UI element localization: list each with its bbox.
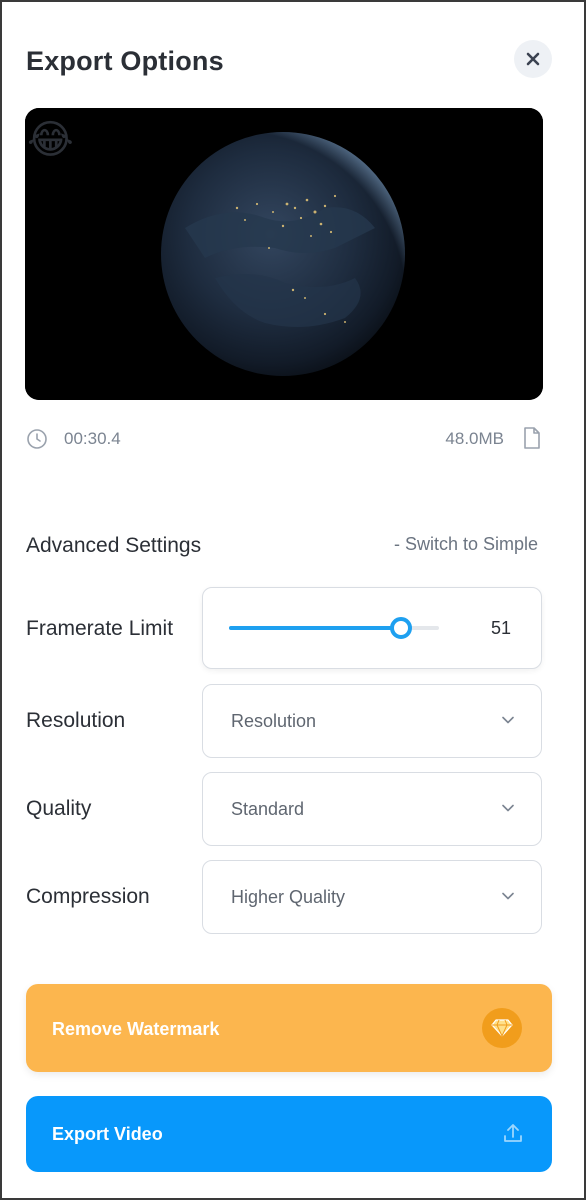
- chevron-down-icon: [502, 804, 514, 812]
- file-icon: [524, 427, 540, 449]
- export-video-label: Export Video: [52, 1124, 163, 1144]
- chevron-down-icon: [502, 892, 514, 900]
- file-size: 48.0MB: [445, 429, 504, 448]
- compression-select[interactable]: Higher Quality: [202, 860, 542, 934]
- export-options-panel: Export Options 😂 00:30.4 48.0MB Advanced…: [0, 0, 586, 1200]
- resolution-select[interactable]: Resolution: [202, 684, 542, 758]
- laughing-emoji-icon: 😂: [27, 117, 74, 163]
- upload-icon: [504, 1124, 522, 1142]
- quality-value: Standard: [231, 799, 305, 819]
- remove-watermark-label: Remove Watermark: [52, 1019, 220, 1039]
- export-video-button[interactable]: Export Video: [26, 1096, 552, 1172]
- advanced-settings-heading: Advanced Settings: [26, 534, 202, 557]
- framerate-label: Framerate Limit: [26, 617, 174, 640]
- remove-watermark-button[interactable]: Remove Watermark: [26, 984, 552, 1072]
- compression-value: Higher Quality: [231, 887, 346, 907]
- framerate-slider[interactable]: [229, 617, 439, 639]
- slider-thumb[interactable]: [390, 617, 413, 639]
- framerate-slider-box: 51: [202, 587, 542, 669]
- close-button[interactable]: [514, 40, 552, 78]
- dialog-title: Export Options: [26, 46, 224, 76]
- slider-fill: [229, 626, 402, 630]
- video-duration: 00:30.4: [64, 429, 121, 448]
- resolution-label: Resolution: [26, 709, 126, 732]
- chevron-down-icon: [502, 716, 514, 724]
- framerate-value: 51: [490, 618, 511, 638]
- video-preview[interactable]: 😂: [25, 108, 543, 400]
- quality-select[interactable]: Standard: [202, 772, 542, 846]
- resolution-value: Resolution: [231, 711, 317, 731]
- switch-to-simple-link[interactable]: - Switch to Simple: [394, 534, 538, 555]
- gem-icon: [491, 1019, 513, 1038]
- gem-badge: [482, 1008, 522, 1048]
- quality-label: Quality: [26, 797, 92, 820]
- compression-label: Compression: [26, 885, 150, 908]
- video-meta: 00:30.4 48.0MB: [26, 426, 542, 452]
- earth-globe-image: [25, 108, 543, 400]
- close-icon: [526, 52, 540, 66]
- clock-icon: [27, 429, 47, 449]
